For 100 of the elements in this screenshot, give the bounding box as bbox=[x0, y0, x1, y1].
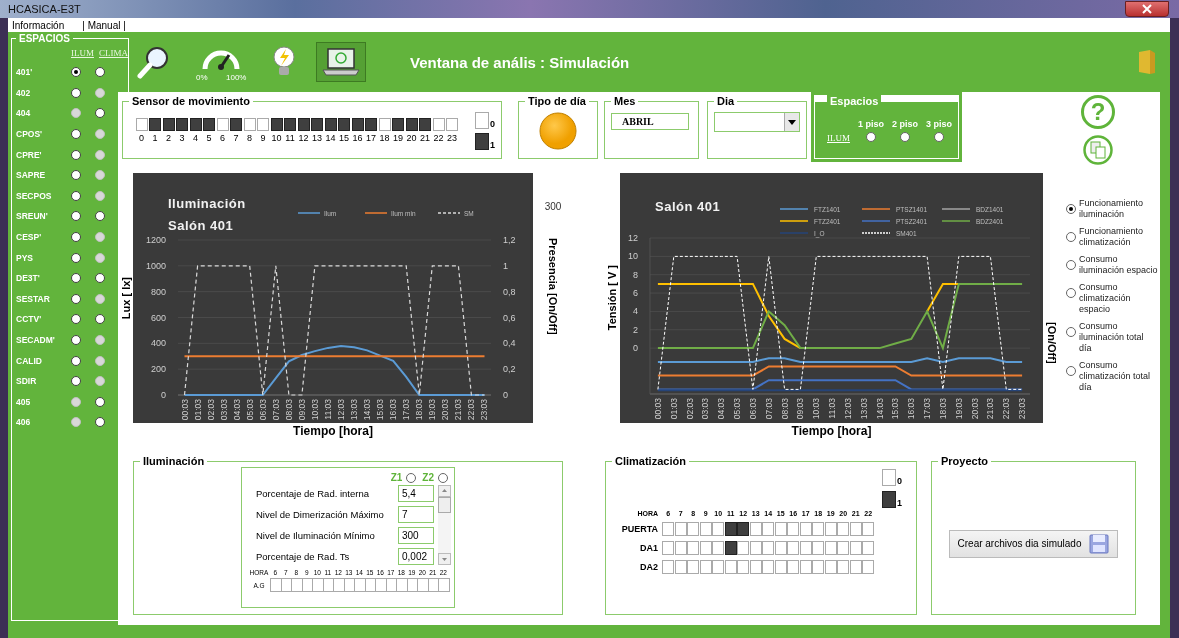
hour-toggle[interactable] bbox=[774, 560, 787, 574]
hour-toggle[interactable] bbox=[724, 560, 737, 574]
hour-toggle[interactable] bbox=[787, 560, 799, 574]
hour-toggle[interactable] bbox=[737, 522, 749, 536]
hour-toggle[interactable] bbox=[291, 578, 303, 592]
hour-toggle[interactable] bbox=[687, 560, 699, 574]
hour-toggle[interactable] bbox=[724, 522, 737, 536]
view-option-label[interactable]: Consumo climatización total día bbox=[1079, 360, 1158, 393]
hour-toggle[interactable] bbox=[812, 560, 824, 574]
hour-toggle[interactable] bbox=[312, 578, 324, 592]
hour-toggle[interactable] bbox=[737, 541, 749, 555]
radio-button[interactable] bbox=[934, 132, 944, 142]
hour-toggle[interactable] bbox=[824, 522, 837, 536]
hour-toggle[interactable] bbox=[774, 541, 787, 555]
hour-toggle[interactable] bbox=[737, 560, 749, 574]
hour-toggle[interactable] bbox=[862, 560, 874, 574]
view-option-label[interactable]: Consumo iluminación espacio bbox=[1079, 254, 1158, 276]
hour-toggle[interactable] bbox=[824, 560, 837, 574]
hour-toggle[interactable] bbox=[270, 578, 282, 592]
radio-button[interactable] bbox=[71, 252, 81, 263]
radio-button[interactable] bbox=[71, 67, 81, 78]
hour-toggle[interactable] bbox=[149, 118, 161, 131]
hour-toggle[interactable] bbox=[297, 118, 310, 131]
hour-toggle[interactable] bbox=[712, 522, 724, 536]
day-dropdown[interactable] bbox=[714, 112, 800, 132]
hour-toggle[interactable] bbox=[333, 578, 345, 592]
hour-toggle[interactable] bbox=[432, 118, 445, 131]
hour-toggle[interactable] bbox=[351, 118, 364, 131]
radio-button[interactable] bbox=[438, 472, 448, 483]
radio-button[interactable] bbox=[71, 170, 81, 181]
hour-toggle[interactable] bbox=[243, 118, 256, 131]
hour-toggle[interactable] bbox=[699, 541, 712, 555]
hour-toggle[interactable] bbox=[324, 118, 337, 131]
radio-button[interactable] bbox=[71, 355, 81, 366]
hour-toggle[interactable] bbox=[837, 560, 849, 574]
parameter-field[interactable]: 0,002 bbox=[398, 548, 434, 565]
folder-icon[interactable] bbox=[1138, 49, 1156, 75]
hour-toggle[interactable] bbox=[662, 522, 674, 536]
hour-toggle[interactable] bbox=[787, 541, 799, 555]
radio-button[interactable] bbox=[1066, 260, 1076, 270]
hour-toggle[interactable] bbox=[662, 560, 674, 574]
hour-toggle[interactable] bbox=[774, 522, 787, 536]
radio-button[interactable] bbox=[1066, 327, 1076, 337]
hour-toggle[interactable] bbox=[849, 541, 862, 555]
hour-toggle[interactable] bbox=[712, 541, 724, 555]
radio-button[interactable] bbox=[95, 273, 105, 284]
parameter-field[interactable]: 7 bbox=[398, 506, 434, 523]
view-option-label[interactable]: Consumo iluminación total día bbox=[1079, 321, 1158, 354]
hour-toggle[interactable] bbox=[674, 560, 687, 574]
hour-toggle[interactable] bbox=[687, 522, 699, 536]
hour-toggle[interactable] bbox=[135, 118, 148, 131]
hour-toggle[interactable] bbox=[799, 560, 812, 574]
radio-button[interactable] bbox=[95, 314, 105, 325]
hour-toggle[interactable] bbox=[762, 541, 774, 555]
create-files-button[interactable]: Crear archivos dia simulado bbox=[948, 529, 1119, 558]
toolbar-button[interactable] bbox=[316, 42, 366, 82]
hour-toggle[interactable] bbox=[230, 118, 242, 131]
close-button[interactable] bbox=[1125, 1, 1169, 17]
radio-button[interactable] bbox=[95, 67, 105, 78]
hour-toggle[interactable] bbox=[311, 118, 323, 131]
view-option-label[interactable]: Consumo climatización espacio bbox=[1079, 282, 1158, 315]
hour-toggle[interactable] bbox=[762, 522, 774, 536]
radio-button[interactable] bbox=[1066, 204, 1076, 214]
hour-toggle[interactable] bbox=[862, 522, 874, 536]
hour-toggle[interactable] bbox=[787, 522, 799, 536]
radio-button[interactable] bbox=[71, 314, 81, 325]
radio-button[interactable] bbox=[1066, 232, 1076, 242]
hour-toggle[interactable] bbox=[162, 118, 175, 131]
hour-toggle[interactable] bbox=[176, 118, 188, 131]
radio-button[interactable] bbox=[71, 273, 81, 284]
hour-toggle[interactable] bbox=[284, 118, 296, 131]
hour-toggle[interactable] bbox=[674, 541, 687, 555]
hour-toggle[interactable] bbox=[674, 522, 687, 536]
scrollbar-thumb[interactable] bbox=[438, 497, 451, 513]
hour-toggle[interactable] bbox=[662, 541, 674, 555]
radio-button[interactable] bbox=[406, 472, 417, 483]
menu-item[interactable]: Información bbox=[12, 19, 65, 31]
menu-item[interactable]: | Manual | bbox=[82, 19, 126, 31]
radio-button[interactable] bbox=[1066, 366, 1076, 376]
hour-toggle[interactable] bbox=[699, 522, 712, 536]
view-option-label[interactable]: Funcionamiento climatización bbox=[1079, 226, 1158, 248]
hour-toggle[interactable] bbox=[438, 578, 450, 592]
view-option-label[interactable]: Funcionamiento iluminación bbox=[1079, 198, 1158, 220]
hour-toggle[interactable] bbox=[749, 522, 762, 536]
hour-toggle[interactable] bbox=[762, 560, 774, 574]
radio-button[interactable] bbox=[866, 132, 876, 142]
radio-button[interactable] bbox=[71, 87, 81, 98]
hour-toggle[interactable] bbox=[812, 541, 824, 555]
hour-toggle[interactable] bbox=[365, 118, 377, 131]
hour-toggle[interactable] bbox=[378, 118, 391, 131]
hour-toggle[interactable] bbox=[446, 118, 458, 131]
hour-toggle[interactable] bbox=[862, 541, 874, 555]
radio-button[interactable] bbox=[71, 190, 81, 201]
radio-button[interactable] bbox=[95, 396, 105, 407]
documents-icon[interactable] bbox=[1083, 135, 1113, 165]
radio-button[interactable] bbox=[71, 335, 81, 345]
month-field[interactable]: ABRIL bbox=[611, 113, 689, 130]
parameter-field[interactable]: 300 bbox=[398, 527, 434, 544]
hour-toggle[interactable] bbox=[270, 118, 283, 131]
hour-toggle[interactable] bbox=[405, 118, 418, 131]
